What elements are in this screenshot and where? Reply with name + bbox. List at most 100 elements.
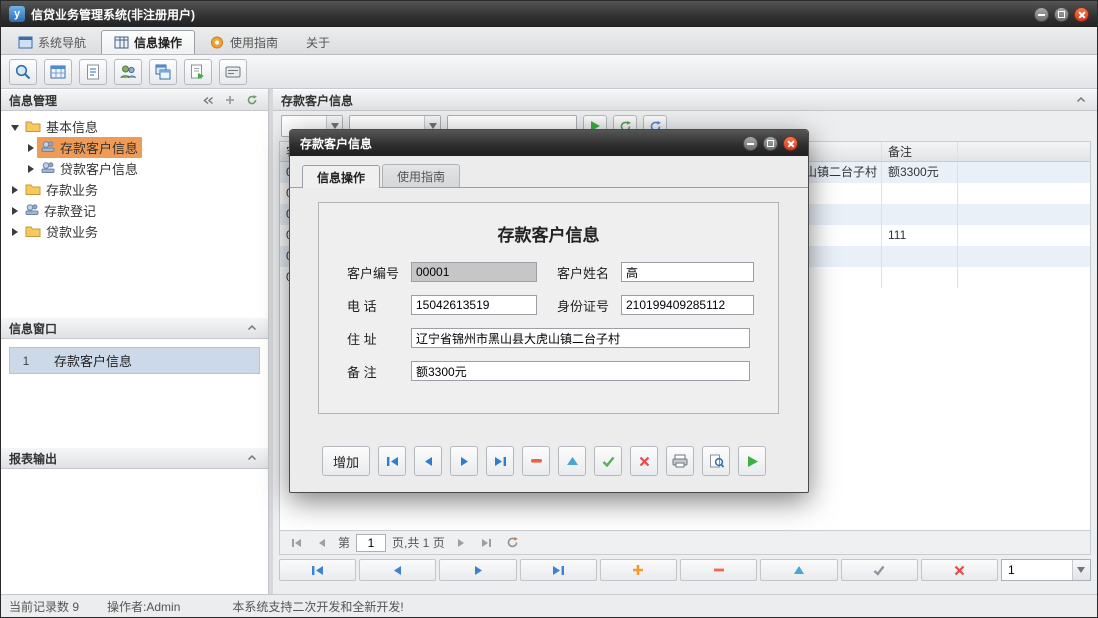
last-page-button[interactable] [477, 534, 497, 552]
record-first-button[interactable] [279, 559, 356, 581]
cancel-button[interactable] [630, 446, 658, 476]
address-field[interactable] [411, 328, 750, 348]
record-prev-button[interactable] [359, 559, 436, 581]
id-number-field[interactable] [621, 295, 754, 315]
maximize-button[interactable] [1054, 7, 1069, 22]
dialog-tab-bar: 信息操作 使用指南 [290, 156, 808, 188]
preview-button[interactable] [702, 446, 730, 476]
prev-page-button[interactable] [312, 534, 332, 552]
remark-field[interactable] [411, 361, 750, 381]
chevron-up-icon[interactable] [1073, 92, 1089, 108]
deposit-customer-dialog: 存款客户信息 信息操作 使用指南 存款客户信息 客户编号 客户姓名 电 话 身份 [289, 129, 809, 493]
table-icon [49, 63, 67, 81]
add-icon[interactable] [222, 92, 238, 108]
up-triangle-icon [793, 565, 805, 575]
next-record-button[interactable] [450, 446, 478, 476]
tree-item-loan-business[interactable]: 贷款业务 [1, 221, 268, 242]
dialog-tab-operation[interactable]: 信息操作 [302, 165, 380, 188]
info-window-item[interactable]: 1 存款客户信息 [9, 347, 260, 374]
dialog-maximize-button[interactable] [763, 136, 778, 151]
record-last-button[interactable] [520, 559, 597, 581]
tree-item-label: 存款登记 [44, 201, 96, 220]
first-page-button[interactable] [286, 534, 306, 552]
collapsed-arrow-icon[interactable] [9, 185, 21, 195]
record-selector-input[interactable] [1002, 563, 1072, 577]
card-button[interactable] [219, 59, 247, 85]
reload-icon[interactable] [503, 534, 523, 552]
record-cancel-button[interactable] [921, 559, 998, 581]
chevron-up-icon[interactable] [244, 320, 260, 336]
address-label: 住 址 [347, 329, 403, 348]
phone-field[interactable] [411, 295, 537, 315]
record-next-button[interactable] [439, 559, 516, 581]
minimize-button[interactable] [1034, 7, 1049, 22]
grid-cell [882, 246, 958, 267]
collapsed-arrow-icon[interactable] [25, 164, 37, 174]
page-number-input[interactable] [356, 534, 386, 552]
dialog-close-button[interactable] [783, 136, 798, 151]
windows-button[interactable] [149, 59, 177, 85]
document-icon [84, 63, 102, 81]
print-button[interactable] [666, 446, 694, 476]
check-icon [602, 456, 615, 467]
customer-name-field[interactable] [621, 262, 754, 282]
delete-record-button[interactable] [522, 446, 550, 476]
window-grid-icon [18, 36, 33, 49]
dialog-tab-guide[interactable]: 使用指南 [382, 164, 460, 187]
tree-item-deposit-customer-info[interactable]: 存款客户信息 [1, 137, 268, 158]
user-manage-button[interactable] [114, 59, 142, 85]
dialog-title-bar[interactable]: 存款客户信息 [290, 130, 808, 156]
search-button[interactable] [9, 59, 37, 85]
play-icon [746, 455, 759, 468]
record-delete-button[interactable] [680, 559, 757, 581]
tab-user-guide[interactable]: 使用指南 [197, 30, 291, 54]
tab-system-navigation[interactable]: 系统导航 [5, 30, 99, 54]
add-button[interactable]: 增加 [322, 446, 370, 476]
status-note: 本系统支持二次开发和全新开发! [232, 598, 403, 615]
tree-item-basic-info[interactable]: 基本信息 [1, 116, 268, 137]
expanded-arrow-icon[interactable] [9, 122, 21, 132]
collapsed-arrow-icon[interactable] [25, 143, 37, 153]
chevron-up-icon[interactable] [244, 450, 260, 466]
export-button[interactable] [184, 59, 212, 85]
record-confirm-button[interactable] [841, 559, 918, 581]
content-panel-title: 存款客户信息 [281, 92, 353, 109]
document-button[interactable] [79, 59, 107, 85]
collapse-panel-icon[interactable] [200, 92, 216, 108]
plus-icon [632, 564, 644, 576]
prev-record-button[interactable] [414, 446, 442, 476]
check-icon [873, 565, 885, 576]
save-button[interactable] [594, 446, 622, 476]
tree-item-loan-customer-info[interactable]: 贷款客户信息 [1, 158, 268, 179]
dialog-minimize-button[interactable] [743, 136, 758, 151]
grid-column-header[interactable] [958, 142, 1090, 161]
record-add-button[interactable] [600, 559, 677, 581]
customer-id-field[interactable] [411, 262, 537, 282]
first-record-button[interactable] [378, 446, 406, 476]
tree-item-label: 基本信息 [46, 117, 98, 136]
tree-item-deposit-register[interactable]: 存款登记 [1, 200, 268, 221]
record-selector[interactable] [1001, 559, 1091, 581]
customer-name-label: 客户姓名 [557, 263, 613, 282]
tab-information-operation[interactable]: 信息操作 [101, 30, 195, 54]
record-edit-button[interactable] [760, 559, 837, 581]
next-page-button[interactable] [451, 534, 471, 552]
navigation-tree: 基本信息 存款客户信息 贷款客户信息 [1, 111, 268, 317]
content-panel-header: 存款客户信息 [273, 89, 1097, 111]
tab-about[interactable]: 关于 [293, 30, 343, 54]
folder-icon [25, 119, 41, 135]
collapsed-arrow-icon[interactable] [9, 206, 21, 216]
grid-cell: 111 [882, 225, 958, 246]
close-button[interactable] [1074, 7, 1089, 22]
tree-item-label: 存款业务 [46, 180, 98, 199]
refresh-icon[interactable] [244, 92, 260, 108]
last-record-button[interactable] [486, 446, 514, 476]
table-button[interactable] [44, 59, 72, 85]
edit-record-button[interactable] [558, 446, 586, 476]
collapsed-arrow-icon[interactable] [9, 227, 21, 237]
execute-button[interactable] [738, 446, 766, 476]
window-title: 信贷业务管理系统(非注册用户) [31, 6, 195, 23]
grid-column-header[interactable]: 备注 [882, 142, 958, 161]
folder-icon [25, 182, 41, 198]
tree-item-deposit-business[interactable]: 存款业务 [1, 179, 268, 200]
